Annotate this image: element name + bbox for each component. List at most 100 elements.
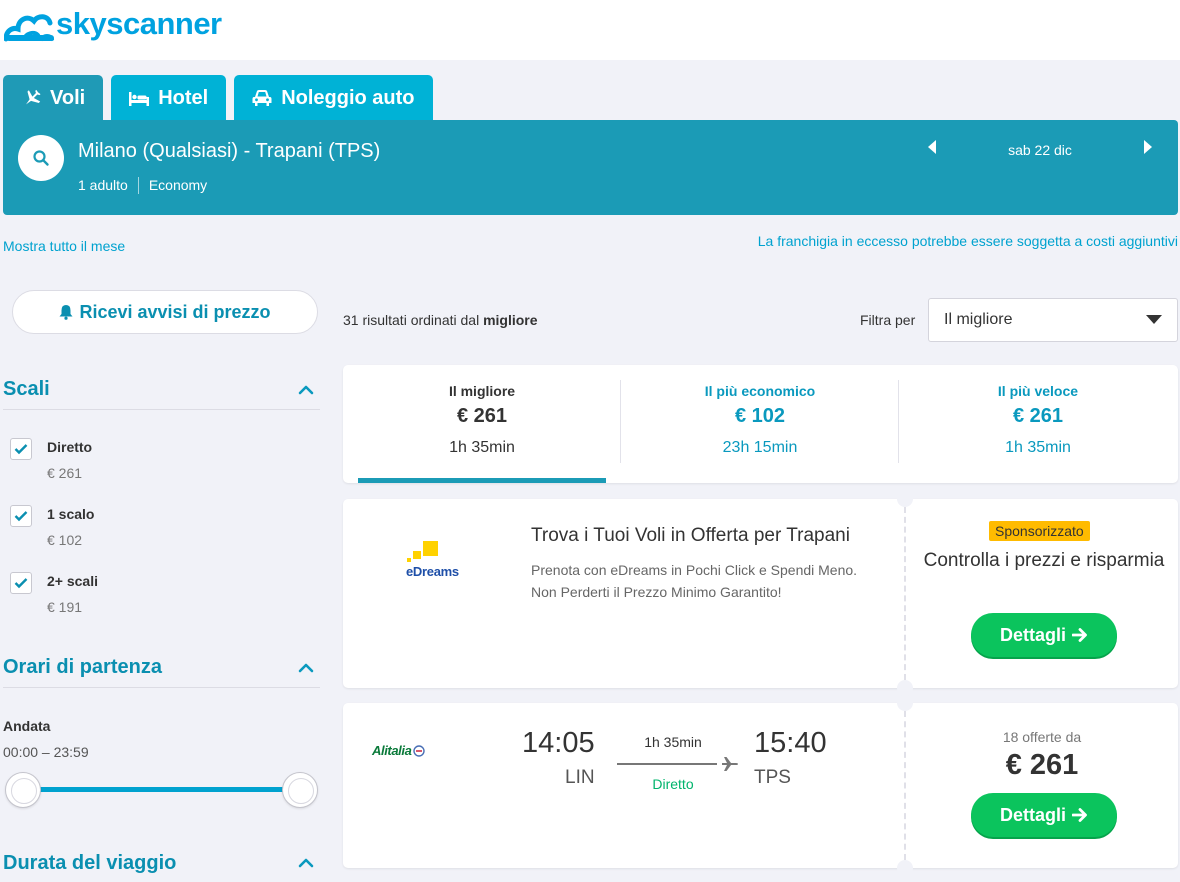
ad-title: Trova i Tuoi Voli in Offerta per Trapani [531,525,850,546]
option-price: € 102 [47,532,83,548]
checkbox[interactable] [10,572,32,594]
departure-times-filter-section: Orari di partenza [3,648,320,688]
stops-label: Diretto [652,776,694,792]
route-text[interactable]: Milano (Qualsiasi) - Trapani (TPS) [78,140,380,163]
sort-tab-best[interactable]: Il migliore € 261 1h 35min [343,365,621,483]
caret-left-icon [928,140,936,154]
ticket-notch [897,680,913,696]
option-price: € 261 [47,465,83,481]
offers-count: 18 offerte da [1002,729,1082,745]
active-sort-indicator [358,478,606,483]
sort-by-label: Filtra per [860,312,916,328]
tab-flights-label: Voli [50,86,86,109]
results-count-text: 31 risultati ordinati dal [343,312,484,328]
sort-tab-label: Il migliore [448,383,516,399]
flight-details-button-label: Dettagli [999,804,1066,825]
date-navigator: sab 22 dic [927,140,1153,159]
flight-details-button[interactable]: Dettagli [971,793,1117,837]
sort-tab-duration: 1h 35min [449,439,515,456]
previous-date-button[interactable] [927,140,937,159]
chevron-up-icon [298,858,314,868]
sunrise-logo-icon [4,14,54,42]
flight-result-card[interactable]: Alitalia 14:05 LIN 1h 35min Diretto 15:4… [343,695,1178,876]
bed-icon [129,90,150,106]
option-label: Diretto [47,439,93,455]
selected-date[interactable]: sab 22 dic [937,142,1143,158]
flight-duration: 1h 35min [644,734,702,750]
chevron-up-icon [298,663,314,672]
departure-times-filter-header[interactable]: Orari di partenza [3,648,320,688]
ticket-notch [897,695,913,711]
sort-tab-label: Il più economico [704,383,816,399]
option-price: € 191 [47,599,83,615]
top-bar: skyscanner [0,0,1180,60]
checkmark-icon [14,578,28,589]
tab-flights[interactable]: Voli [3,75,104,121]
sort-tab-price: € 261 [456,405,508,427]
bell-icon [59,305,73,320]
caret-down-icon [1146,315,1162,324]
checkmark-icon [14,511,28,522]
sort-tabs-card: Il migliore € 261 1h 35min Il più econom… [343,365,1178,483]
passenger-count: 1 adulto [78,177,128,193]
arrow-right-icon [1072,808,1087,822]
flight-price: € 261 [1005,749,1079,781]
sponsored-badge: Sponsorizzato [989,521,1090,541]
passenger-summary[interactable]: 1 adulto Economy [78,177,207,194]
ad-body: Prenota con eDreams in Pochi Click e Spe… [531,562,858,600]
skyscanner-logo[interactable]: skyscanner [4,4,222,44]
tab-car-hire-label: Noleggio auto [281,86,415,109]
sort-tab-fastest[interactable]: Il più veloce € 261 1h 35min [899,365,1177,483]
price-alert-label: Ricevi avvisi di prezzo [79,301,271,322]
duration-filter-section: Durata del viaggio [3,843,320,882]
checkbox[interactable] [10,438,32,460]
search-summary-bar: Milano (Qualsiasi) - Trapani (TPS) 1 adu… [3,120,1178,215]
time-range-text: 00:00 – 23:59 [3,744,89,760]
price-alert-button[interactable]: Ricevi avvisi di prezzo [12,290,318,334]
departure-time: 14:05 [522,727,595,759]
ticket-notch [897,491,913,507]
sort-dropdown[interactable]: Il migliore [928,298,1178,342]
brand-name: skyscanner [56,6,222,41]
edit-search-button[interactable] [18,135,64,181]
tab-hotel[interactable]: Hotel [111,75,227,121]
tab-car-hire[interactable]: Noleggio auto [234,75,433,121]
time-slider-end-handle[interactable] [282,772,318,808]
duration-filter-header[interactable]: Durata del viaggio [3,843,320,882]
ticket-notch [897,860,913,876]
sort-tab-cheapest[interactable]: Il più economico € 102 23h 15min [621,365,899,483]
chevron-up-icon [298,385,314,394]
time-range-slider-track[interactable] [22,787,300,792]
divider [904,507,906,680]
results-count: 31 risultati ordinati dal migliore [343,312,538,328]
sort-tab-duration: 1h 35min [1005,439,1071,456]
checkbox[interactable] [10,505,32,527]
sort-tab-price: € 261 [1012,405,1064,427]
sort-tab-duration: 23h 15min [722,439,798,456]
stops-filter-section: Scali [3,370,320,410]
sort-tab-label: Il più veloce [997,383,1079,399]
baggage-notice-link[interactable]: La franchigia in eccesso potrebbe essere… [758,233,1178,249]
alitalia-logo-text: Alitalia [372,743,412,758]
tab-hotel-label: Hotel [158,86,209,109]
edreams-logo: eDreams [401,539,481,579]
duration-filter-title: Durata del viaggio [3,851,177,874]
arrow-right-icon [1072,628,1087,642]
sort-tab-price: € 102 [734,405,786,427]
vertical-tabs: Voli Hotel Noleggio auto [3,75,433,121]
plane-icon [722,757,738,771]
arrival-airport: TPS [754,767,791,788]
ad-details-button[interactable]: Dettagli [971,613,1117,657]
departure-times-filter-title: Orari di partenza [3,656,162,678]
checkmark-icon [14,444,28,455]
stops-filter-title: Scali [3,378,50,400]
results-sort-bold: migliore [483,312,538,328]
show-whole-month-link[interactable]: Mostra tutto il mese [3,238,125,254]
ad-details-button-label: Dettagli [999,624,1066,645]
stops-filter-header[interactable]: Scali [3,370,320,410]
outbound-label: Andata [3,718,51,734]
plane-icon [21,88,41,108]
time-slider-start-handle[interactable] [5,772,41,808]
next-date-button[interactable] [1143,140,1153,159]
departure-airport: LIN [565,767,595,788]
